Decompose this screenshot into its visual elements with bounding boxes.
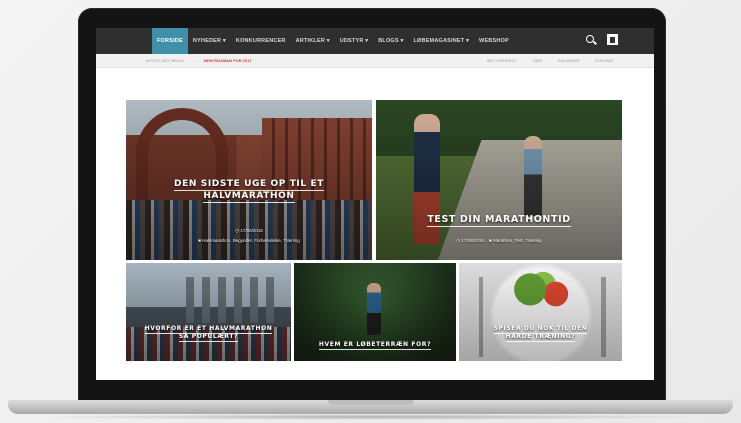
tile-shade: [376, 100, 622, 260]
article-tile-spiser-nok[interactable]: SPISER DU NOK TIL DEN HÅRDE TRÆNING?: [459, 263, 622, 361]
nav-menu: FORSIDE NYHEDER ▾ KONKURRENCER ARTIKLER …: [152, 28, 514, 54]
article-meta: ◷ 17/05/2016 ■ Marathon, Test, Træning: [376, 238, 622, 244]
breadcrumb[interactable]: MYSTIC ART MEDIA: [146, 58, 184, 63]
article-title-line: HALVMARATHON: [203, 191, 295, 204]
nav-item-forside[interactable]: FORSIDE: [152, 28, 188, 54]
article-title[interactable]: TEST DIN MARATHONTID: [376, 214, 622, 227]
article-date: ◷ 17/05/2016: [235, 228, 263, 233]
utility-link-kalender[interactable]: KALENDER: [558, 58, 580, 63]
utility-links: ØKT OVERSIGT SØG KALENDER KONTAKT: [487, 58, 614, 63]
sub-bar: MYSTIC ART MEDIA → NEW ROAMAN FOR 2017 Ø…: [96, 54, 654, 68]
utility-link-oversigt[interactable]: ØKT OVERSIGT: [487, 58, 517, 63]
laptop-notch: [328, 400, 414, 405]
hot-link[interactable]: NEW ROAMAN FOR 2017: [204, 58, 252, 63]
laptop-shadow: [30, 414, 711, 420]
nav-item-konkurrencer[interactable]: KONKURRENCER: [231, 28, 291, 54]
nav-item-nyheder[interactable]: NYHEDER ▾: [188, 28, 231, 54]
utility-link-kontakt[interactable]: KONTAKT: [595, 58, 614, 63]
nav-item-lobemagasinet[interactable]: LØBEMAGASINET ▾: [408, 28, 474, 54]
article-title-line: SÅ POPULÆRT?: [178, 333, 239, 343]
article-tags: ■ Marathon, Test, Træning: [489, 238, 542, 243]
article-title[interactable]: HVORFOR ER ET HALVMARATHON SÅ POPULÆRT?: [126, 325, 291, 343]
tile-shade: [459, 263, 622, 361]
top-navigation: FORSIDE NYHEDER ▾ KONKURRENCER ARTIKLER …: [96, 28, 654, 54]
nav-item-artikler[interactable]: ARTIKLER ▾: [291, 28, 335, 54]
utility-link-sog[interactable]: SØG: [533, 58, 542, 63]
article-title[interactable]: HVEM ER LØBETERRÆN FOR?: [294, 341, 456, 350]
article-title[interactable]: SPISER DU NOK TIL DEN HÅRDE TRÆNING?: [459, 325, 622, 343]
account-icon[interactable]: [607, 34, 618, 45]
nav-item-webshop[interactable]: WEBSHOP: [474, 28, 514, 54]
article-title[interactable]: DEN SIDSTE UGE OP TIL ET HALVMARATHON: [126, 178, 372, 204]
article-date: ◷ 17/05/2016: [456, 238, 484, 243]
nav-item-blogs[interactable]: BLOGS ▾: [373, 28, 408, 54]
article-title-line: DEN SIDSTE UGE OP TIL ET: [174, 179, 324, 191]
article-title-line: HVEM ER LØBETERRÆN FOR?: [318, 341, 432, 350]
tile-shade: [126, 263, 291, 361]
article-tile-loebeterraen[interactable]: HVEM ER LØBETERRÆN FOR?: [294, 263, 456, 361]
search-icon[interactable]: [585, 34, 597, 46]
nav-item-udstyr[interactable]: UDSTYR ▾: [335, 28, 374, 54]
article-tile-marathontid[interactable]: TEST DIN MARATHONTID ◷ 17/05/2016 ■ Mara…: [376, 100, 622, 260]
article-tags: ■ Halvmarathon, Begynder, Forberedelse, …: [198, 238, 300, 243]
nav-icons: [585, 34, 618, 46]
article-title-line: HÅRDE TRÆNING?: [505, 333, 576, 343]
article-tile-halvmarathon-popular[interactable]: HVORFOR ER ET HALVMARATHON SÅ POPULÆRT?: [126, 263, 291, 361]
laptop-screen: FORSIDE NYHEDER ▾ KONKURRENCER ARTIKLER …: [96, 28, 654, 380]
article-tile-halvmarathon-week[interactable]: DEN SIDSTE UGE OP TIL ET HALVMARATHON ◷ …: [126, 100, 372, 260]
arrow-right-icon: →: [191, 58, 196, 63]
article-title-line: TEST DIN MARATHONTID: [427, 214, 571, 227]
